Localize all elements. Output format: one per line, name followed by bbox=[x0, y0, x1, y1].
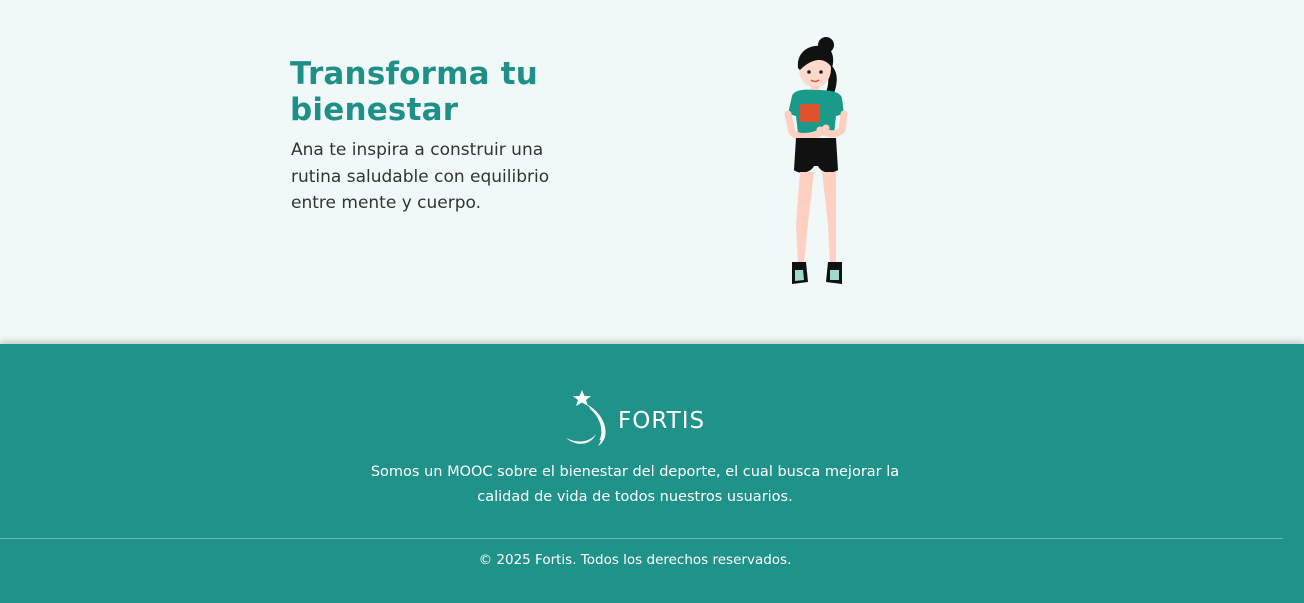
brand-name: FORTIS bbox=[618, 408, 706, 434]
copyright-text: © 2025 Fortis. Todos los derechos reserv… bbox=[478, 552, 792, 568]
footer-description: Somos un MOOC sobre el bienestar del dep… bbox=[370, 464, 900, 505]
woman-illustration bbox=[784, 37, 848, 284]
footer: FORTIS Somos un MOOC sobre el bienestar … bbox=[0, 344, 1304, 603]
hero-title: Transforma tu bienestar bbox=[290, 56, 539, 128]
star-swoosh-icon bbox=[566, 390, 606, 446]
fortis-logo[interactable]: FORTIS bbox=[562, 388, 712, 448]
hero-section: Transforma tu bienestar Ana te inspira a… bbox=[0, 0, 1304, 344]
hero-description: Ana te inspira a construir una rutina sa… bbox=[291, 140, 550, 213]
footer-divider bbox=[0, 538, 1283, 539]
